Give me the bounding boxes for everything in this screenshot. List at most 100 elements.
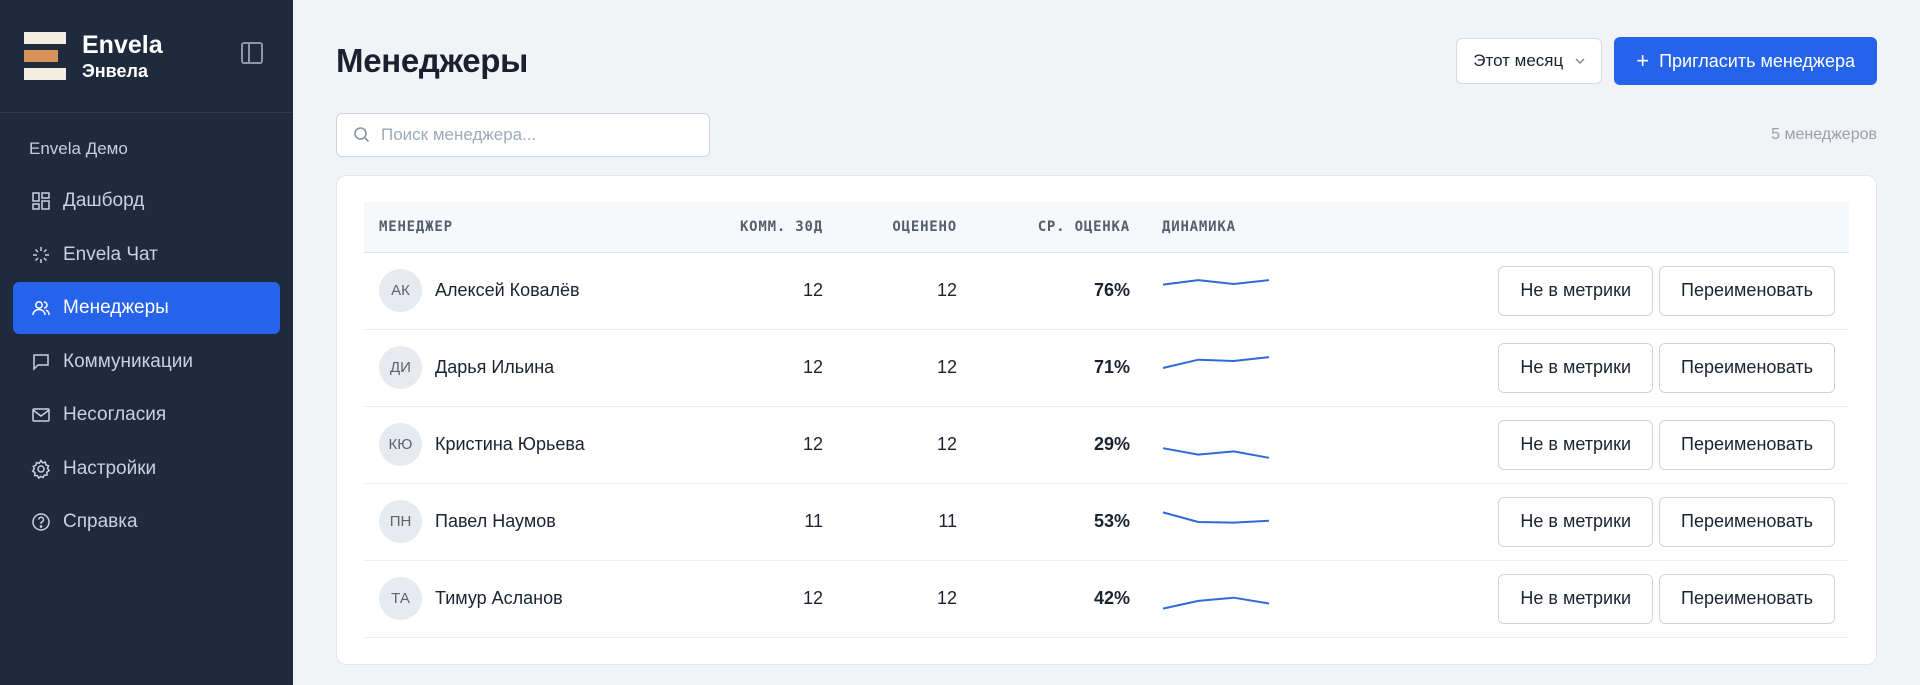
- manager-name: Алексей Ковалёв: [435, 280, 580, 300]
- search-box: [336, 113, 710, 157]
- column-header-rated[interactable]: ОЦЕНЕНО: [823, 202, 957, 253]
- sidebar-item-chat[interactable]: Envela Чат: [13, 229, 280, 281]
- sidebar-item-label: Справка: [63, 511, 138, 532]
- sidebar-collapse-icon[interactable]: [241, 42, 263, 64]
- comm-count: 11: [684, 483, 823, 561]
- sparkline-path: [1162, 510, 1270, 524]
- column-header-actions: [1270, 202, 1849, 253]
- search-input[interactable]: [381, 125, 681, 145]
- table-header-row: МЕНЕДЖЕР КОММ. 30Д ОЦЕНЕНО СР. ОЦЕНКА ДИ…: [364, 202, 1849, 253]
- trend-sparkline: [1130, 483, 1270, 561]
- search-icon: [354, 127, 370, 143]
- gear-icon: [29, 457, 53, 481]
- managers-table: МЕНЕДЖЕР КОММ. 30Д ОЦЕНЕНО СР. ОЦЕНКА ДИ…: [364, 202, 1849, 638]
- avg-score: 76%: [957, 252, 1130, 330]
- sidebar-item-communications[interactable]: Коммуникации: [13, 336, 280, 388]
- column-header-comm[interactable]: КОММ. 30Д: [684, 202, 823, 253]
- table-row[interactable]: КЮ Кристина Юрьева 12 12 29% Не в метрики Пер…: [364, 406, 1849, 484]
- avatar: КЮ: [379, 423, 422, 466]
- rated-count: 12: [823, 329, 957, 407]
- brand-subtitle: Энвела: [82, 61, 148, 81]
- rated-count: 12: [823, 560, 957, 638]
- chat-bubble-icon: [29, 350, 53, 374]
- period-value: Этот месяц: [1473, 51, 1564, 70]
- sparkline-chart: [1162, 596, 1270, 610]
- manager-name: Павел Наумов: [435, 511, 556, 531]
- avatar: ПН: [379, 500, 422, 543]
- sparkline-chart: [1162, 510, 1270, 524]
- rename-button[interactable]: Переименовать: [1659, 496, 1835, 547]
- sidebar-item-label: Коммуникации: [63, 350, 193, 372]
- sparkline-chart: [1162, 355, 1270, 369]
- period-select[interactable]: Этот месяц: [1456, 38, 1603, 84]
- exclude-from-metrics-button[interactable]: Не в метрики: [1498, 496, 1654, 547]
- help-circle-icon: [29, 510, 53, 534]
- managers-card: МЕНЕДЖЕР КОММ. 30Д ОЦЕНЕНО СР. ОЦЕНКА ДИ…: [336, 175, 1877, 665]
- exclude-from-metrics-button[interactable]: Не в метрики: [1498, 265, 1654, 316]
- sidebar-item-managers[interactable]: Менеджеры: [13, 282, 280, 334]
- plus-icon: +: [1636, 48, 1650, 73]
- users-icon: [29, 296, 53, 320]
- rename-button[interactable]: Переименовать: [1659, 419, 1835, 470]
- trend-sparkline: [1130, 406, 1270, 484]
- brand: Envela Энвела: [0, 0, 293, 113]
- avatar: АК: [379, 269, 422, 312]
- sidebar: Envela Энвела Envela Демо Дашборд Envela …: [0, 0, 293, 685]
- brand-logo: [24, 32, 66, 80]
- main-content: Менеджеры Этот месяц + Пригласить менедж…: [293, 0, 1920, 685]
- avg-score: 29%: [957, 406, 1130, 484]
- column-header-score[interactable]: СР. ОЦЕНКА: [957, 202, 1130, 253]
- comm-count: 12: [684, 406, 823, 484]
- comm-count: 12: [684, 252, 823, 330]
- manager-name: Тимур Асланов: [435, 588, 563, 608]
- avg-score: 42%: [957, 560, 1130, 638]
- trend-sparkline: [1130, 329, 1270, 407]
- avg-score: 53%: [957, 483, 1130, 561]
- sidebar-item-label: Несогласия: [63, 404, 167, 425]
- manager-name: Дарья Ильина: [435, 357, 555, 377]
- sidebar-item-dashboard[interactable]: Дашборд: [13, 175, 280, 227]
- workspace-name[interactable]: Envela Демо: [0, 113, 293, 175]
- rated-count: 12: [823, 252, 957, 330]
- sidebar-item-settings[interactable]: Настройки: [13, 443, 280, 495]
- dashboard-icon: [29, 189, 53, 213]
- topbar: Менеджеры Этот месяц + Пригласить менедж…: [336, 0, 1877, 122]
- sidebar-item-label: Настройки: [63, 457, 157, 479]
- sidebar-item-disagreements[interactable]: Несогласия: [13, 389, 280, 441]
- chevron-down-icon: [1575, 58, 1585, 64]
- rename-button[interactable]: Переименовать: [1659, 342, 1835, 393]
- avatar: ДИ: [379, 346, 422, 389]
- sparkline-path: [1162, 596, 1270, 610]
- exclude-from-metrics-button[interactable]: Не в метрики: [1498, 573, 1654, 624]
- page-title: Менеджеры: [336, 42, 529, 79]
- sparkle-icon: [29, 243, 53, 267]
- exclude-from-metrics-button[interactable]: Не в метрики: [1498, 342, 1654, 393]
- sidebar-item-label: Envela Чат: [63, 243, 158, 265]
- invite-manager-label: Пригласить менеджера: [1659, 50, 1855, 71]
- sparkline-path: [1162, 278, 1270, 286]
- mail-icon: [29, 403, 53, 427]
- sidebar-item-help[interactable]: Справка: [13, 496, 280, 548]
- app-root: Envela Энвела Envela Демо Дашборд Envela …: [0, 0, 1920, 685]
- rename-button[interactable]: Переименовать: [1659, 573, 1835, 624]
- trend-sparkline: [1130, 560, 1270, 638]
- column-header-trend: ДИНАМИКА: [1130, 202, 1270, 253]
- avatar: ТА: [379, 577, 422, 620]
- exclude-from-metrics-button[interactable]: Не в метрики: [1498, 419, 1654, 470]
- trend-sparkline: [1130, 252, 1270, 330]
- sparkline-path: [1162, 355, 1270, 369]
- rename-button[interactable]: Переименовать: [1659, 265, 1835, 316]
- sparkline-chart: [1162, 446, 1270, 459]
- sparkline-chart: [1162, 278, 1270, 286]
- invite-manager-button[interactable]: + Пригласить менеджера: [1614, 37, 1877, 85]
- table-row[interactable]: ДИ Дарья Ильина 12 12 71% Не в метрики Переим…: [364, 329, 1849, 407]
- rated-count: 11: [823, 483, 957, 561]
- table-row[interactable]: ПН Павел Наумов 11 11 53% Не в метрики Переим…: [364, 483, 1849, 561]
- table-row[interactable]: ТА Тимур Асланов 12 12 42% Не в метрики Переи…: [364, 560, 1849, 638]
- column-header-manager[interactable]: МЕНЕДЖЕР: [364, 202, 684, 253]
- comm-count: 12: [684, 329, 823, 407]
- table-row[interactable]: АК Алексей Ковалёв 12 12 76% Не в метрики Пер…: [364, 252, 1849, 330]
- sidebar-nav: Дашборд Envela Чат Менеджеры Коммуникации Не…: [0, 175, 293, 548]
- manager-name: Кристина Юрьева: [435, 434, 585, 454]
- sidebar-item-label: Менеджеры: [63, 297, 169, 318]
